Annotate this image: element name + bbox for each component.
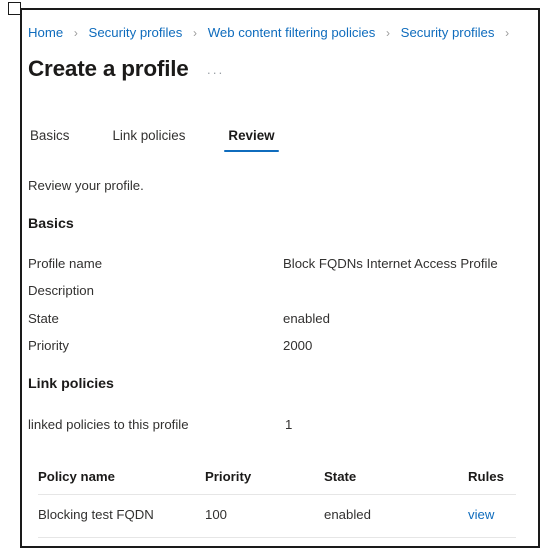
breadcrumb-separator-icon: › — [73, 26, 78, 40]
breadcrumb-item-security-profiles[interactable]: Security profiles — [89, 25, 183, 40]
basics-value-state: enabled — [283, 311, 330, 326]
tab-review[interactable]: Review — [224, 128, 279, 152]
table-column-priority: Priority — [205, 469, 252, 484]
tab-basics[interactable]: Basics — [28, 128, 71, 152]
wizard-tabs: Basics Link policies Review — [28, 128, 279, 152]
basics-label-profile-name: Profile name — [28, 256, 103, 271]
table-header-row: Policy name Priority State Rules — [38, 460, 516, 495]
link-policies-summary-label: linked policies to this profile — [28, 417, 189, 432]
breadcrumb: Home › Security profiles › Web content f… — [28, 24, 538, 42]
corner-marker — [8, 2, 21, 15]
breadcrumb-item-web-content-filtering-policies[interactable]: Web content filtering policies — [208, 25, 376, 40]
table-cell-state: enabled — [324, 507, 371, 522]
basics-value-priority: 2000 — [283, 338, 313, 353]
basics-row-profile-name: Profile name Block FQDNs Internet Access… — [28, 256, 528, 274]
blade-panel: Home › Security profiles › Web content f… — [20, 8, 538, 548]
basics-label-description: Description — [28, 283, 94, 298]
basics-row-priority: Priority 2000 — [28, 338, 528, 356]
basics-row-state: State enabled — [28, 311, 528, 329]
basics-label-priority: Priority — [28, 338, 70, 353]
title-row: Create a profile ··· — [28, 54, 224, 84]
intro-text: Review your profile. — [28, 178, 144, 193]
page-title: Create a profile — [28, 56, 189, 81]
link-policies-summary-value: 1 — [285, 417, 293, 432]
screen: Home › Security profiles › Web content f… — [0, 0, 540, 551]
basics-value-profile-name: Block FQDNs Internet Access Profile — [283, 256, 498, 271]
table-cell-policy-name: Blocking test FQDN — [38, 507, 154, 522]
more-options-icon[interactable]: ··· — [207, 66, 225, 79]
table-column-policy-name: Policy name — [38, 469, 115, 484]
table-column-rules: Rules — [468, 469, 504, 484]
table-row: Blocking test FQDN 100 enabled view — [38, 495, 516, 538]
breadcrumb-separator-icon: › — [193, 26, 198, 40]
table-column-state: State — [324, 469, 357, 484]
section-heading-basics: Basics — [28, 216, 74, 232]
breadcrumb-item-home[interactable]: Home — [28, 25, 63, 40]
breadcrumb-item-security-profiles-2[interactable]: Security profiles — [401, 25, 495, 40]
basics-label-state: State — [28, 311, 59, 326]
basics-row-description: Description — [28, 283, 528, 301]
tab-link-policies[interactable]: Link policies — [110, 128, 187, 152]
table-cell-rules-view-link[interactable]: view — [468, 507, 494, 522]
blade-content: Home › Security profiles › Web content f… — [22, 10, 538, 546]
table-cell-priority: 100 — [205, 507, 228, 522]
breadcrumb-separator-trailing-icon: › — [505, 26, 510, 40]
link-policies-summary-row: linked policies to this profile 1 — [28, 417, 528, 435]
section-heading-link-policies: Link policies — [28, 376, 114, 392]
link-policies-table: Policy name Priority State Rules Blockin… — [38, 460, 516, 538]
breadcrumb-separator-icon: › — [386, 26, 390, 40]
